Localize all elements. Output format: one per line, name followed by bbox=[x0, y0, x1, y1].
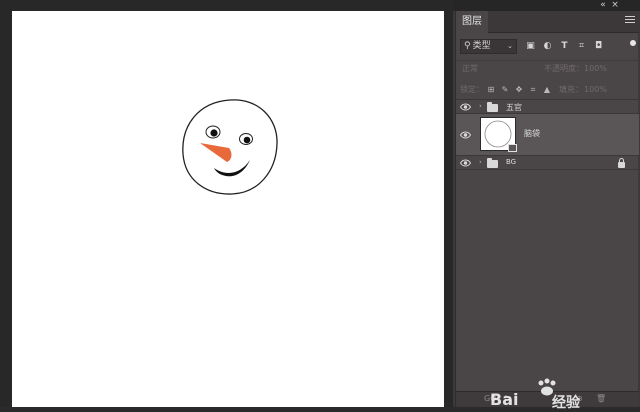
folder-icon bbox=[487, 158, 498, 168]
smartobject-filter-icon[interactable]: ◘ bbox=[592, 40, 605, 53]
panel-menu-icon[interactable] bbox=[625, 16, 635, 26]
lock-row: 锁定： ⊞ ✎ ✥ ⌗ ▲ 填充： 100% bbox=[456, 80, 639, 100]
lock-all-icon[interactable]: ▲ bbox=[542, 84, 552, 95]
lock-paint-icon[interactable]: ✎ bbox=[500, 84, 510, 95]
layers-list: › 五官 脑袋 › BG bbox=[456, 100, 639, 362]
opacity-label: 不透明度： bbox=[544, 64, 584, 73]
collapse-panels-button[interactable]: « bbox=[598, 0, 608, 11]
search-icon: ⚲ bbox=[464, 41, 471, 51]
lock-transparent-icon[interactable]: ⊞ bbox=[486, 84, 496, 95]
layer-row-group[interactable]: › 五官 bbox=[456, 100, 639, 114]
dock-title-strip: « × bbox=[453, 0, 640, 11]
chevron-down-icon: ⌄ bbox=[507, 42, 513, 50]
snowman-head-artwork[interactable] bbox=[180, 98, 280, 196]
visibility-eye-icon[interactable] bbox=[460, 159, 471, 167]
opacity-field[interactable]: 100% bbox=[584, 61, 607, 77]
adjustment-filter-icon[interactable]: ◐ bbox=[541, 40, 554, 53]
chevron-right-icon[interactable]: › bbox=[479, 158, 482, 166]
watermark: Bai 经验 bbox=[490, 376, 600, 411]
shape-filter-icon[interactable]: ⌗ bbox=[575, 40, 588, 53]
fill-label: 填充： bbox=[559, 85, 583, 94]
visibility-eye-icon[interactable] bbox=[460, 131, 471, 139]
filter-kind-value: 类型 bbox=[472, 41, 491, 51]
visibility-eye-icon[interactable] bbox=[460, 103, 471, 111]
lock-icon bbox=[618, 158, 625, 168]
layer-filter-row: ⚲ 类型 ⌄ ▣ ◐ T ⌗ ◘ bbox=[456, 37, 639, 57]
type-filter-icon[interactable]: T bbox=[558, 40, 571, 53]
folder-icon bbox=[487, 102, 498, 112]
tab-layers[interactable]: 图层 bbox=[456, 11, 488, 33]
close-panel-button[interactable]: × bbox=[610, 0, 620, 11]
layer-name[interactable]: BG bbox=[506, 158, 516, 166]
layer-row-bg-group[interactable]: › BG bbox=[456, 156, 639, 170]
filter-toggle[interactable] bbox=[630, 40, 636, 46]
smart-object-badge-icon bbox=[508, 144, 517, 152]
filter-kind-select[interactable]: ⚲ 类型 ⌄ bbox=[460, 39, 517, 54]
layers-panel: 图层 ⚲ 类型 ⌄ ▣ ◐ T ⌗ ◘ 正常 不透明度： 100% 锁定： ⊞ ✎… bbox=[455, 11, 639, 407]
panel-dock: « × 图层 ⚲ 类型 ⌄ ▣ ◐ T ⌗ ◘ 正常 不透明度： 100% 锁定： bbox=[453, 0, 640, 407]
watermark-text-a: Bai bbox=[490, 390, 519, 409]
chevron-right-icon[interactable]: › bbox=[479, 102, 482, 110]
fill-field[interactable]: 100% bbox=[584, 82, 607, 98]
pixel-filter-icon[interactable]: ▣ bbox=[524, 40, 537, 53]
watermark-text-b: 经验 bbox=[552, 395, 580, 411]
lock-label: 锁定： bbox=[460, 85, 484, 94]
lock-move-icon[interactable]: ✥ bbox=[514, 84, 524, 95]
document-canvas[interactable] bbox=[12, 11, 444, 407]
layer-row-smart-object[interactable]: 脑袋 bbox=[456, 114, 639, 156]
lock-artboard-icon[interactable]: ⌗ bbox=[528, 84, 538, 95]
panel-tab-bar: 图层 bbox=[456, 11, 639, 33]
canvas-area[interactable] bbox=[0, 0, 453, 407]
layer-name[interactable]: 脑袋 bbox=[524, 128, 540, 139]
blend-mode-select[interactable]: 正常 bbox=[462, 61, 478, 77]
layer-name[interactable]: 五官 bbox=[506, 102, 522, 113]
blend-row: 正常 不透明度： 100% bbox=[456, 60, 639, 78]
